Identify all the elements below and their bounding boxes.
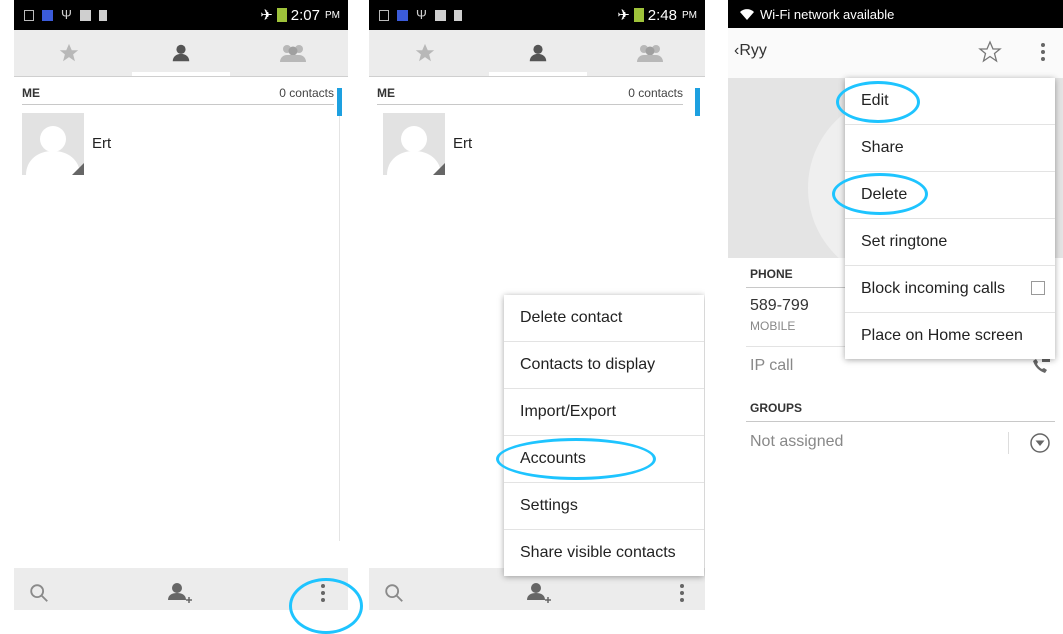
contact-person-icon [529,44,547,62]
status-text: Wi-Fi network available [760,7,895,22]
menu-item-set-ringtone[interactable]: Set ringtone [845,219,1055,266]
airplane-icon: ✈ [260,7,273,24]
divider [746,421,1055,422]
tab-contacts[interactable] [481,30,595,76]
battery-icon [633,8,644,22]
block-calls-checkbox[interactable] [1031,281,1045,295]
avatar [22,113,84,175]
ip-call-row[interactable]: IP call [750,355,1055,385]
ip-call-label: IP call [750,357,794,374]
contact-person-icon [172,44,190,62]
screen-contacts-1: Ψ ✈ 2:07 PM ME 0 contacts Ert [14,0,348,610]
contacts-tabbar [369,30,705,77]
menu-item-contacts-to-display[interactable]: Contacts to display [504,342,704,389]
notification-icon [379,9,389,21]
contacts-tabbar [14,30,348,77]
section-me: ME 0 contacts [377,86,683,105]
contact-item-ert[interactable]: Ert [22,113,322,175]
status-bar: Ψ ✈ 2:07 PM [14,0,348,30]
overflow-menu-icon[interactable] [1040,42,1046,62]
overflow-menu-popup: Delete contact Contacts to display Impor… [504,295,704,576]
menu-item-share-visible-contacts[interactable]: Share visible contacts [504,530,704,576]
fast-scroll-thumb[interactable] [695,88,700,116]
menu-item-delete-contact[interactable]: Delete contact [504,295,704,342]
contact-title: Ryy [739,42,767,59]
airplane-icon: ✈ [617,7,630,24]
search-icon [30,584,48,602]
groups-row[interactable]: Not assigned [750,430,1055,460]
usb-icon: Ψ [61,7,72,22]
status-ampm: PM [325,9,340,21]
dropdown-circle-icon[interactable] [1029,432,1051,454]
menu-item-share[interactable]: Share [845,125,1055,172]
divider-vertical [1008,432,1009,454]
status-bar: Ψ ✈ 2:48 PM [369,0,705,30]
search-icon [385,584,403,602]
highlight-accounts [496,438,656,480]
highlight-edit [836,81,920,123]
default-avatar-icon [26,126,84,175]
battery-icon [276,8,287,22]
highlight-delete [832,173,928,215]
image-notification-icon [79,9,91,21]
tab-favorites[interactable] [14,30,124,76]
star-outline-icon[interactable] [978,40,1002,64]
search-button[interactable] [14,568,64,610]
tab-favorites[interactable] [369,30,481,76]
back-button[interactable]: ‹Ryy [734,42,767,60]
groups-section-title: GROUPS [750,401,803,415]
section-label: ME [377,86,395,100]
menu-item-import-export[interactable]: Import/Export [504,389,704,436]
default-avatar-icon [387,126,445,175]
menu-item-label: Block incoming calls [861,280,1006,297]
status-ampm: PM [682,9,697,21]
wifi-icon [740,9,754,20]
screen-contacts-2: Ψ ✈ 2:48 PM ME 0 contacts Ert Delete con… [369,0,705,610]
search-button[interactable] [369,568,419,610]
menu-item-block-incoming-calls[interactable]: Block incoming calls [845,266,1055,313]
status-time: 2:07 [290,6,320,24]
add-contact-button[interactable] [154,568,204,610]
app-notification-icon [397,9,408,21]
menu-item-settings[interactable]: Settings [504,483,704,530]
overflow-menu-icon [680,584,684,602]
scroll-track [339,116,340,541]
status-bar: Wi-Fi network available [728,0,1063,28]
contact-name: Ert [92,135,112,152]
add-contact-icon [168,583,192,603]
contacts-count: 0 contacts [279,86,334,100]
tab-contacts[interactable] [124,30,238,76]
fast-scroll-thumb[interactable] [337,88,342,116]
menu-item-place-on-home-screen[interactable]: Place on Home screen [845,313,1055,359]
tab-selected-indicator [132,72,230,76]
groups-value: Not assigned [750,433,844,450]
notification-icon [24,9,34,21]
tab-selected-indicator [489,72,587,76]
app-notification-icon [42,9,53,21]
phone-section-title: PHONE [750,267,793,281]
status-time: 2:48 [647,6,677,24]
section-me: ME 0 contacts [22,86,334,105]
tab-groups[interactable] [595,30,705,76]
group-icon [637,45,663,62]
action-bar: ‹Ryy [728,28,1063,79]
highlight-overflow-menu [289,578,363,634]
section-label: ME [22,86,40,100]
star-icon [59,43,79,62]
contact-item-ert[interactable]: Ert [383,113,683,175]
avatar [383,113,445,175]
group-icon [280,45,306,62]
barcode-icon [98,9,107,21]
image-notification-icon [434,9,446,21]
contact-name: Ert [453,135,473,152]
star-icon [415,43,435,62]
tab-groups[interactable] [238,30,348,76]
usb-icon: Ψ [416,7,427,22]
contacts-count: 0 contacts [628,86,683,100]
add-contact-icon [527,583,551,603]
barcode-icon [453,9,462,21]
